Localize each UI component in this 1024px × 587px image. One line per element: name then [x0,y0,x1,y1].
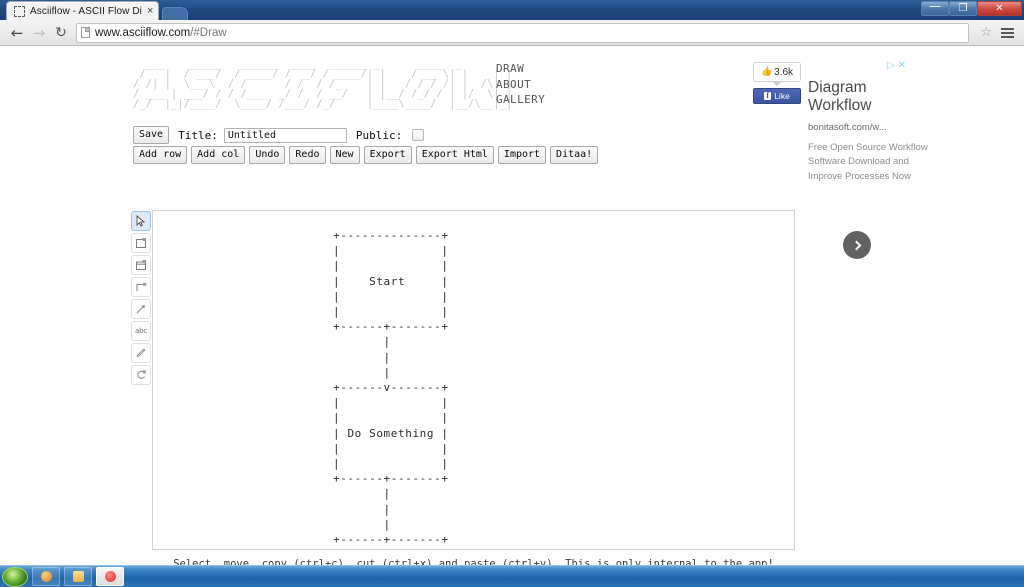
redo-button[interactable]: Redo [289,146,326,164]
page-info-icon [81,27,90,38]
reload-button[interactable]: ↻ [50,22,72,44]
minimize-icon: — [929,0,941,13]
tab-strip: Asciiflow - ASCII Flow Dia × [0,0,189,20]
box-tool[interactable] [131,233,151,253]
close-window-button[interactable]: ✕ [977,1,1022,16]
nav-item-gallery[interactable]: GALLERY [496,92,545,108]
ad-close-icon[interactable]: ✕ [898,61,906,71]
app-toolbar-actions: Add row Add col Undo Redo New Export Exp… [133,146,599,164]
advertisement: ▷ ✕ Diagram Workflow bonitasoft.com/w...… [808,61,928,259]
maximize-button[interactable]: ❐ [949,1,977,16]
export-html-button[interactable]: Export Html [415,146,494,164]
close-window-icon: ✕ [995,2,1004,14]
asciiflow-ascii-logo: ___ _____ ______ ____ ______ _ ____ _ _ … [133,58,513,110]
ad-title[interactable]: Diagram Workflow [808,79,928,115]
maximize-icon: ❐ [958,2,968,14]
thumbs-up-icon: 👍 [760,67,773,77]
ad-display-url: bonitasoft.com/w... [808,122,887,133]
minimize-button[interactable]: — [921,0,949,16]
rectangle-tool[interactable] [131,255,151,275]
ad-next-button[interactable] [843,231,871,259]
browser-titlebar: Asciiflow - ASCII Flow Dia × — ❐ ✕ [0,0,1024,20]
title-label: Title: [178,128,218,142]
ad-title-line-2: Workflow [808,97,872,114]
ditaa-button[interactable]: Ditaa! [550,146,599,164]
arrow-tool[interactable] [131,299,151,319]
facebook-like-button[interactable]: f Like [753,88,801,104]
adchoices-icon[interactable]: ▷ [887,61,895,71]
back-button[interactable]: ← [6,22,28,44]
tab-title: Asciiflow - ASCII Flow Dia [30,5,142,17]
select-tool[interactable] [131,211,151,231]
status-text: Select, move, copy (ctrl+c), cut (ctrl+x… [173,558,774,565]
page-content: ___ _____ ______ ____ ______ _ ____ _ _ … [0,47,1024,565]
new-button[interactable]: New [329,146,360,164]
like-count: 3.6k [774,66,794,78]
ascii-canvas[interactable]: +--------------+ | | | | | Start | | | |… [152,210,795,550]
public-label: Public: [355,128,403,142]
public-checkbox[interactable] [412,129,425,141]
browser-icon [104,571,116,582]
line-icon [136,282,147,291]
cursor-icon [136,215,146,227]
import-button[interactable]: Import [497,146,547,164]
loop-arrow-icon [137,370,146,379]
facebook-icon: f [764,92,772,100]
nav-item-draw[interactable]: DRAW [496,61,545,77]
address-bar[interactable]: www.asciiflow.com/#Draw [76,22,970,43]
window-controls: — ❐ ✕ [921,0,1022,16]
text-tool[interactable]: abc [131,321,151,341]
facebook-like-widget: 👍 3.6k f Like [753,62,801,104]
bookmark-star-icon[interactable]: ☆ [980,25,992,40]
bubble-caret-icon [773,82,781,86]
taskbar-item-browser[interactable] [96,567,124,586]
close-icon[interactable]: × [147,6,153,17]
page-viewport: ___ _____ ______ ____ ______ _ ____ _ _ … [0,47,1024,565]
ascii-diagram: +--------------+ | | | | | Start | | | |… [333,229,449,549]
chrome-menu-icon[interactable] [997,25,1018,41]
resize-tool[interactable] [131,365,151,385]
explorer-icon [72,571,84,582]
url-path: /#Draw [190,26,227,39]
url-domain: www.asciiflow.com [95,26,191,39]
site-logo[interactable]: ___ _____ ______ ____ ______ _ ____ _ _ … [133,58,513,110]
undo-button[interactable]: Undo [249,146,286,164]
title-input[interactable] [223,127,347,143]
taskbar-item-media-player[interactable] [32,567,60,586]
windows-taskbar [0,565,1024,587]
arrow-icon [136,305,145,314]
url-text: www.asciiflow.com/#Draw [95,27,227,39]
site-nav: DRAW ABOUT GALLERY [496,61,545,108]
like-button-label: Like [774,91,790,101]
browser-window: Asciiflow - ASCII Flow Dia × — ❐ ✕ ← → ↻… [0,0,1024,587]
start-button[interactable] [2,566,28,587]
nav-item-about[interactable]: ABOUT [496,77,545,93]
ad-controls: ▷ ✕ [887,61,906,71]
dashed-square-favicon [14,5,25,17]
box-icon [136,238,146,248]
media-player-icon [40,571,52,582]
add-col-button[interactable]: Add col [191,146,246,164]
like-count-bubble: 👍 3.6k [753,62,801,82]
tool-palette: abc [131,211,151,387]
abc-icon: abc [135,327,147,335]
ad-title-line-1: Diagram [808,79,867,96]
add-row-button[interactable]: Add row [133,146,188,164]
pencil-icon [136,348,146,358]
taskbar-item-explorer[interactable] [64,567,92,586]
browser-toolbar: ← → ↻ www.asciiflow.com/#Draw ☆ [0,20,1024,46]
export-button[interactable]: Export [363,146,412,164]
new-tab-button[interactable] [162,7,189,20]
save-button[interactable]: Save [133,126,170,144]
line-tool[interactable] [131,277,151,297]
forward-button[interactable]: → [28,22,50,44]
freeform-tool[interactable] [131,343,151,363]
browser-tab[interactable]: Asciiflow - ASCII Flow Dia × [6,1,160,20]
app-toolbar-primary: Save Title: Public: [133,126,425,144]
chevron-right-icon [851,240,861,250]
ad-description: Free Open Source Workflow Software Downl… [808,142,928,182]
rectangle-icon [136,260,146,270]
